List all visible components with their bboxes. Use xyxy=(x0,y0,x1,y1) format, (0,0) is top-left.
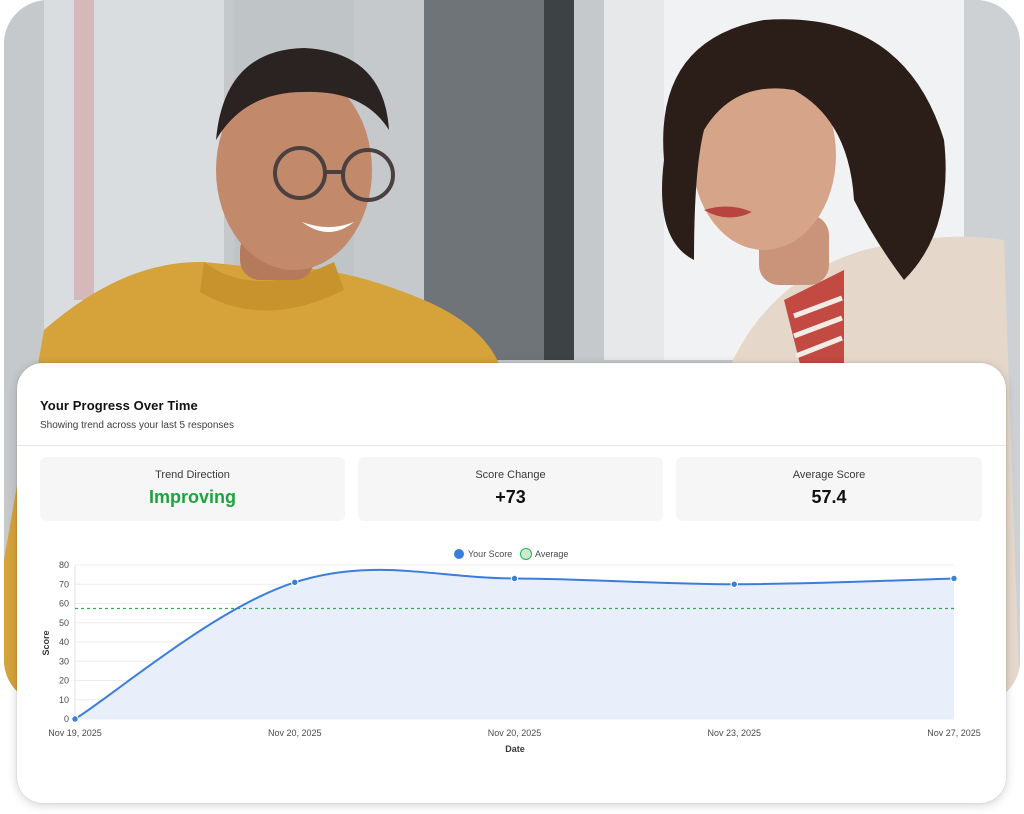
stat-label: Trend Direction xyxy=(155,469,230,481)
stat-value: Improving xyxy=(148,487,236,507)
card-subtitle: Showing trend across your last 5 respons… xyxy=(40,420,234,431)
y-tick-label: 80 xyxy=(59,560,69,570)
card-title: Your Progress Over Time xyxy=(40,398,198,413)
data-point[interactable] xyxy=(510,574,519,583)
x-axis-title: Date xyxy=(505,744,525,754)
stat-value: 57.4 xyxy=(811,487,847,507)
legend-average-label[interactable]: Average xyxy=(535,549,568,559)
legend-series-swatch[interactable] xyxy=(454,549,464,559)
chart-legend: Your Score Average xyxy=(454,548,568,560)
x-tick-label: Nov 23, 2025 xyxy=(707,728,761,738)
series-area xyxy=(75,569,954,719)
y-tick-label: 0 xyxy=(64,714,69,724)
y-tick-label: 50 xyxy=(59,618,69,628)
data-point[interactable] xyxy=(71,715,79,723)
stat-trend-direction: Trend Direction Improving xyxy=(40,457,345,521)
progress-card: Your Progress Over Time Showing trend ac… xyxy=(17,363,1006,803)
legend-series-label[interactable]: Your Score xyxy=(468,549,512,559)
x-tick-label: Nov 20, 2025 xyxy=(488,728,542,738)
y-axis-title: Score xyxy=(41,630,51,655)
stat-label: Average Score xyxy=(792,469,866,481)
stat-value: +73 xyxy=(495,487,526,507)
page: Your Progress Over Time Showing trend ac… xyxy=(0,0,1024,814)
stat-score-change: Score Change +73 xyxy=(358,457,663,521)
card-header: Your Progress Over Time Showing trend ac… xyxy=(17,363,1006,446)
data-point[interactable] xyxy=(730,580,738,588)
y-tick-label: 60 xyxy=(59,599,69,609)
stat-average-score: Average Score 57.4 xyxy=(676,457,982,521)
data-point[interactable] xyxy=(950,574,958,583)
chart-area xyxy=(75,569,954,719)
chart-y-ticks: 0 10 20 30 40 50 60 70 80 xyxy=(59,560,69,724)
legend-average-swatch[interactable] xyxy=(520,548,532,560)
y-tick-label: 70 xyxy=(59,579,69,589)
y-tick-label: 10 xyxy=(59,695,69,705)
progress-chart: Your Score Average 0 10 20 30 40 50 60 70 80 Nov… xyxy=(17,533,1006,763)
y-tick-label: 40 xyxy=(59,637,69,647)
x-tick-label: Nov 20, 2025 xyxy=(268,728,322,738)
x-tick-label: Nov 19, 2025 xyxy=(48,728,102,738)
y-tick-label: 30 xyxy=(59,656,69,666)
data-point[interactable] xyxy=(291,578,299,587)
chart-x-ticks: Nov 19, 2025 Nov 20, 2025 Nov 20, 2025 Nov … xyxy=(48,728,981,738)
x-tick-label: Nov 27, 2025 xyxy=(927,728,981,738)
y-tick-label: 20 xyxy=(59,676,69,686)
stat-label: Score Change xyxy=(475,469,546,481)
progress-chart-svg: Your Score Average 0 10 20 30 40 50 60 70 80 Nov… xyxy=(41,548,981,754)
